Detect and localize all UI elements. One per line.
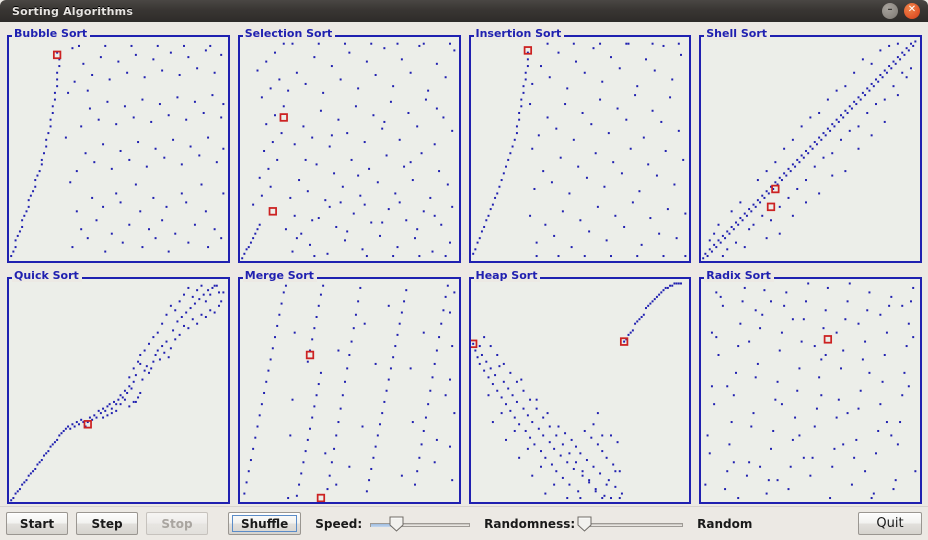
minimize-icon: – <box>887 4 893 15</box>
panel-radix-sort: Radix Sort <box>696 268 924 507</box>
panel-heap-sort: Heap Sort <box>466 268 694 507</box>
quit-button-wrapper: Quit <box>858 512 922 535</box>
panel-title: Quick Sort <box>12 268 82 282</box>
panel-title: Shell Sort <box>704 27 770 40</box>
window-title: Sorting Algorithms <box>12 4 134 18</box>
shuffle-button[interactable]: Shuffle <box>228 512 302 535</box>
randomness-readout: Random <box>697 516 753 531</box>
panel-title: Heap Sort <box>473 268 541 282</box>
shuffle-label: Shuffle <box>241 516 289 531</box>
panel-title: Selection Sort <box>242 27 336 40</box>
stop-button: Stop <box>146 512 208 535</box>
randomness-label: Randomness: <box>484 516 576 531</box>
close-icon: ✕ <box>907 4 917 15</box>
close-button[interactable]: ✕ <box>904 3 920 19</box>
panel-shell-sort: Shell Sort <box>696 26 924 265</box>
minimize-button[interactable]: – <box>882 3 898 19</box>
main-content: Bubble Sort Selection Sort Insertion Sort S… <box>0 22 928 506</box>
control-toolbar: Start Step Stop Shuffle Speed: Randomnes… <box>0 506 928 540</box>
panel-bubble-sort: Bubble Sort <box>4 26 232 265</box>
panel-title: Bubble Sort <box>12 27 91 40</box>
window-controls: – ✕ <box>882 3 920 19</box>
scatter-plot <box>701 278 920 502</box>
panel-title: Radix Sort <box>704 268 774 282</box>
quit-button[interactable]: Quit <box>858 512 922 535</box>
panel-quick-sort: Quick Sort <box>4 268 232 507</box>
randomness-slider[interactable] <box>577 514 684 534</box>
randomness-slider-thumb[interactable] <box>577 516 592 532</box>
scatter-plot <box>239 278 459 502</box>
panel-selection-sort: Selection Sort <box>235 26 463 265</box>
speed-slider-thumb[interactable] <box>389 516 404 532</box>
title-bar[interactable]: Sorting Algorithms – ✕ <box>0 0 928 22</box>
panel-title: Merge Sort <box>242 268 317 282</box>
scatter-plot <box>239 37 459 261</box>
scatter-plot <box>470 278 690 502</box>
application-window: Sorting Algorithms – ✕ Bubble Sort Select… <box>0 0 928 540</box>
speed-label: Speed: <box>315 516 363 531</box>
speed-slider[interactable] <box>370 514 471 534</box>
algorithm-grid: Bubble Sort Selection Sort Insertion Sort S… <box>4 26 924 506</box>
step-button[interactable]: Step <box>76 512 138 535</box>
scatter-plot <box>470 37 690 261</box>
panel-insertion-sort: Insertion Sort <box>466 26 694 265</box>
scatter-plot <box>701 37 920 261</box>
scatter-plot <box>9 37 228 261</box>
randomness-slider-track <box>583 522 684 527</box>
panel-merge-sort: Merge Sort <box>235 268 463 507</box>
panel-title: Insertion Sort <box>473 27 565 40</box>
start-button[interactable]: Start <box>6 512 68 535</box>
scatter-plot <box>9 278 228 502</box>
